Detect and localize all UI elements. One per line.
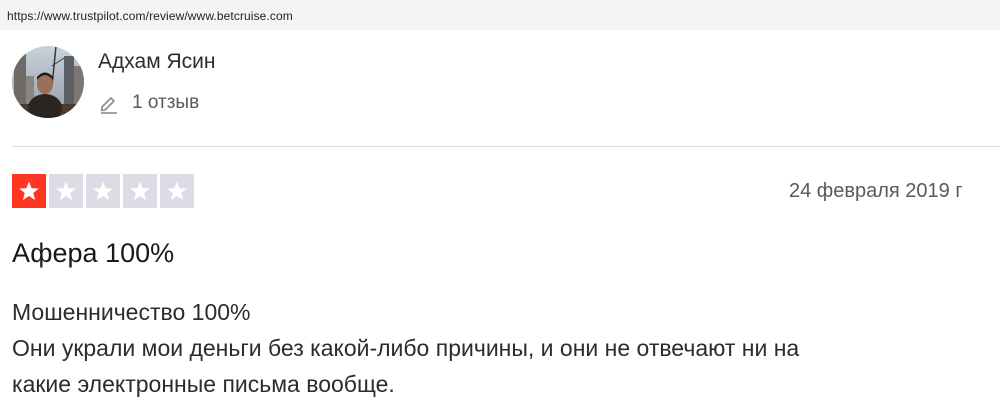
review-body-line: Мошенничество 100% <box>12 299 251 325</box>
author-name[interactable]: Адхам Ясин <box>98 50 215 74</box>
review-title[interactable]: Афера 100% <box>12 238 174 269</box>
star-rating <box>12 174 194 208</box>
avatar[interactable] <box>12 46 84 118</box>
star-icon <box>12 174 46 208</box>
review-date: 24 февраля 2019 г <box>789 180 963 202</box>
review-count: 1 отзыв <box>132 92 200 113</box>
address-bar[interactable]: https://www.trustpilot.com/review/www.be… <box>0 0 1000 30</box>
review-count-row: 1 отзыв <box>98 90 199 116</box>
review-body-line: какие электронные письма вообще. <box>12 371 395 397</box>
star-icon <box>123 174 157 208</box>
url-text: https://www.trustpilot.com/review/www.be… <box>7 9 293 23</box>
star-icon <box>49 174 83 208</box>
review-body-line: Они украли мои деньги без какой-либо при… <box>12 335 800 361</box>
divider <box>12 146 1000 147</box>
pencil-icon <box>98 92 120 114</box>
avatar-photo <box>12 46 84 118</box>
star-icon <box>160 174 194 208</box>
review-body: Мошенничество 100% Они украли мои деньги… <box>12 294 1000 402</box>
star-icon <box>86 174 120 208</box>
